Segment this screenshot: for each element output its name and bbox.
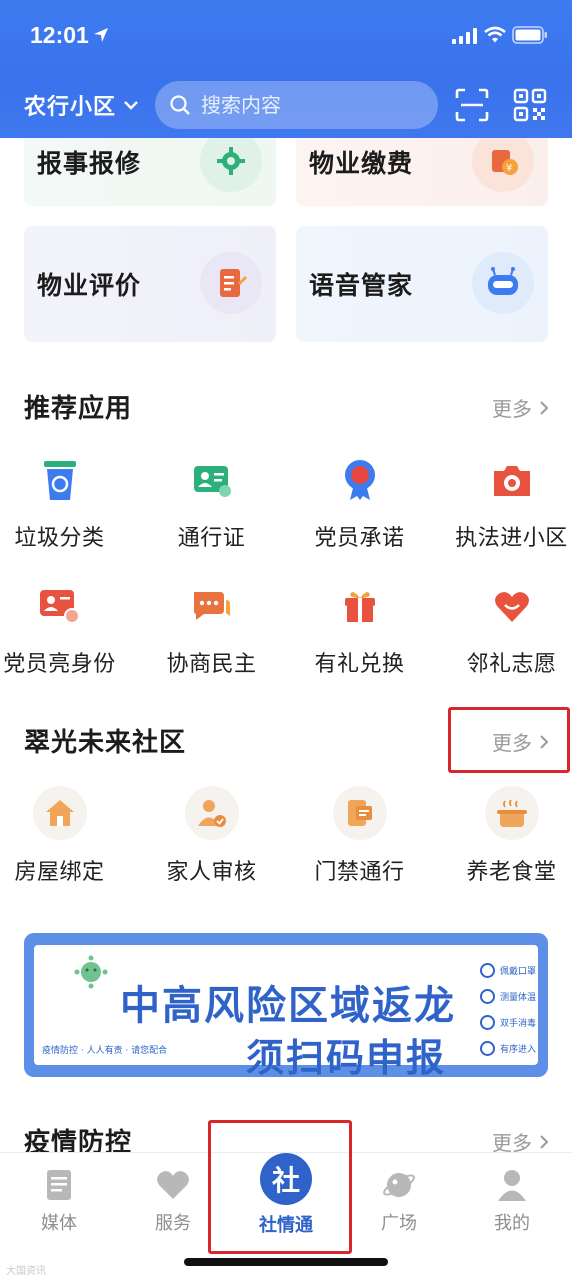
app-law-enforcement[interactable]: 执法进小区 [440,456,572,552]
location-arrow-icon [94,28,108,42]
epidemic-scan-banner[interactable]: 中高风险区域返龙 须扫码申报 疫情防控 · 人人有责 · 请您配合 佩戴口罩 测… [24,933,548,1077]
banner-tip: 佩戴口罩 [480,963,548,978]
banner-tip: 有序进入 [480,1041,548,1056]
house-icon [32,786,87,840]
tab-label: 媒体 [41,1213,77,1234]
user-icon [494,1167,530,1203]
service-card-label: 语音管家 [309,271,414,300]
section-title-community: 翠光未来社区 [24,728,187,758]
app-access-control[interactable]: 门禁通行 [288,786,431,886]
member-id-icon [36,582,84,630]
gift-icon [336,582,384,630]
payment-icon: ¥ [472,130,534,192]
app-house-binding[interactable]: 房屋绑定 [0,786,131,886]
tab-mine[interactable]: 我的 [455,1167,569,1235]
section-title-recommended: 推荐应用 [24,394,133,424]
app-elderly-canteen[interactable]: 养老食堂 [440,786,572,886]
tab-plaza[interactable]: 广场 [342,1167,456,1235]
app-party-pledge[interactable]: 党员承诺 [288,456,431,552]
tab-label: 服务 [155,1213,191,1234]
highlight-box-more [448,707,570,773]
banner-tip: 双手消毒 [480,1015,548,1030]
smile-heart-icon [488,582,536,630]
access-card-icon [332,786,387,840]
chat-bubbles-icon [188,582,236,630]
app-label: 党员承诺 [314,526,405,551]
app-pass[interactable]: 通行证 [140,456,283,552]
battery-icon [512,26,547,44]
app-label: 协商民主 [166,652,257,677]
app-label: 家人审核 [166,860,257,885]
wrench-gear-icon [200,130,262,192]
tab-label: 广场 [381,1213,417,1234]
more-label: 更多 [492,397,532,421]
service-card-label: 物业评价 [37,271,142,300]
service-card-property-rating[interactable]: 物业评价 [24,226,276,342]
heart-icon [155,1167,191,1203]
tab-label: 我的 [494,1213,530,1234]
tab-media[interactable]: 媒体 [2,1167,116,1235]
planet-icon [381,1167,417,1203]
banner-slogan: 疫情防控 · 人人有责 · 请您配合 [42,1046,168,1056]
app-garbage-sorting[interactable]: 垃圾分类 [0,456,131,552]
app-label: 有礼兑换 [314,652,405,677]
app-label: 执法进小区 [455,526,568,551]
recycle-bin-icon [36,456,84,504]
scan-icon[interactable] [455,88,489,122]
party-badge-icon [336,456,384,504]
banner-subheadline: 须扫码申报 [246,1036,447,1077]
chevron-right-icon [540,400,549,415]
banner-headline: 中高风险区域返龙 [120,983,456,1029]
virus-icon [74,955,108,989]
search-icon [170,95,190,115]
cellular-signal-icon [452,28,477,44]
hand-wash-icon [480,1015,495,1030]
queue-icon [480,1041,495,1056]
app-label: 养老食堂 [466,860,557,885]
highlight-box-tab [208,1120,352,1254]
app-label: 通行证 [177,526,246,551]
id-card-icon [188,456,236,504]
app-label: 党员亮身份 [3,652,116,677]
search-bar[interactable] [155,81,438,129]
service-card-label: 物业缴费 [309,149,414,178]
status-bar: 12:01 [0,0,572,70]
recommended-more-link[interactable]: 更多 [492,393,550,422]
app-neighbor-volunteer[interactable]: 邻礼志愿 [440,582,572,678]
banner-tips: 佩戴口罩 测量体温 双手消毒 有序进入 [480,963,548,1067]
app-family-review[interactable]: 家人审核 [140,786,283,886]
svg-text:¥: ¥ [506,163,512,174]
watermark: 大国资讯 [6,1266,46,1277]
app-gift-exchange[interactable]: 有礼兑换 [288,582,431,678]
app-label: 垃圾分类 [14,526,105,551]
camera-icon [488,456,536,504]
wifi-icon [484,26,506,43]
service-card-voice-butler[interactable]: 语音管家 [296,226,548,342]
app-label: 邻礼志愿 [466,652,557,677]
home-indicator [184,1258,388,1266]
community-name: 农行小区 [24,95,117,120]
thermometer-icon [480,989,495,1004]
community-selector[interactable]: 农行小区 [24,88,140,122]
chevron-right-icon [540,1134,549,1149]
app-label: 房屋绑定 [14,860,105,885]
status-time: 12:01 [30,22,89,48]
top-header: 12:01 农行小区 [0,0,572,138]
app-party-member-id[interactable]: 党员亮身份 [0,582,131,678]
mask-icon [480,963,495,978]
robot-icon [472,252,534,314]
person-check-icon [184,786,239,840]
service-card-label: 报事报修 [37,149,142,178]
search-input[interactable] [201,93,411,117]
app-consultative-democracy[interactable]: 协商民主 [140,582,283,678]
news-icon [41,1167,77,1203]
banner-inner: 中高风险区域返龙 须扫码申报 疫情防控 · 人人有责 · 请您配合 佩戴口罩 测… [34,945,538,1077]
notebook-edit-icon [200,252,262,314]
chevron-down-icon [124,101,138,110]
food-pot-icon [484,786,539,840]
banner-tip: 测量体温 [480,989,548,1004]
app-label: 门禁通行 [314,860,405,885]
qrcode-icon[interactable] [513,88,547,122]
